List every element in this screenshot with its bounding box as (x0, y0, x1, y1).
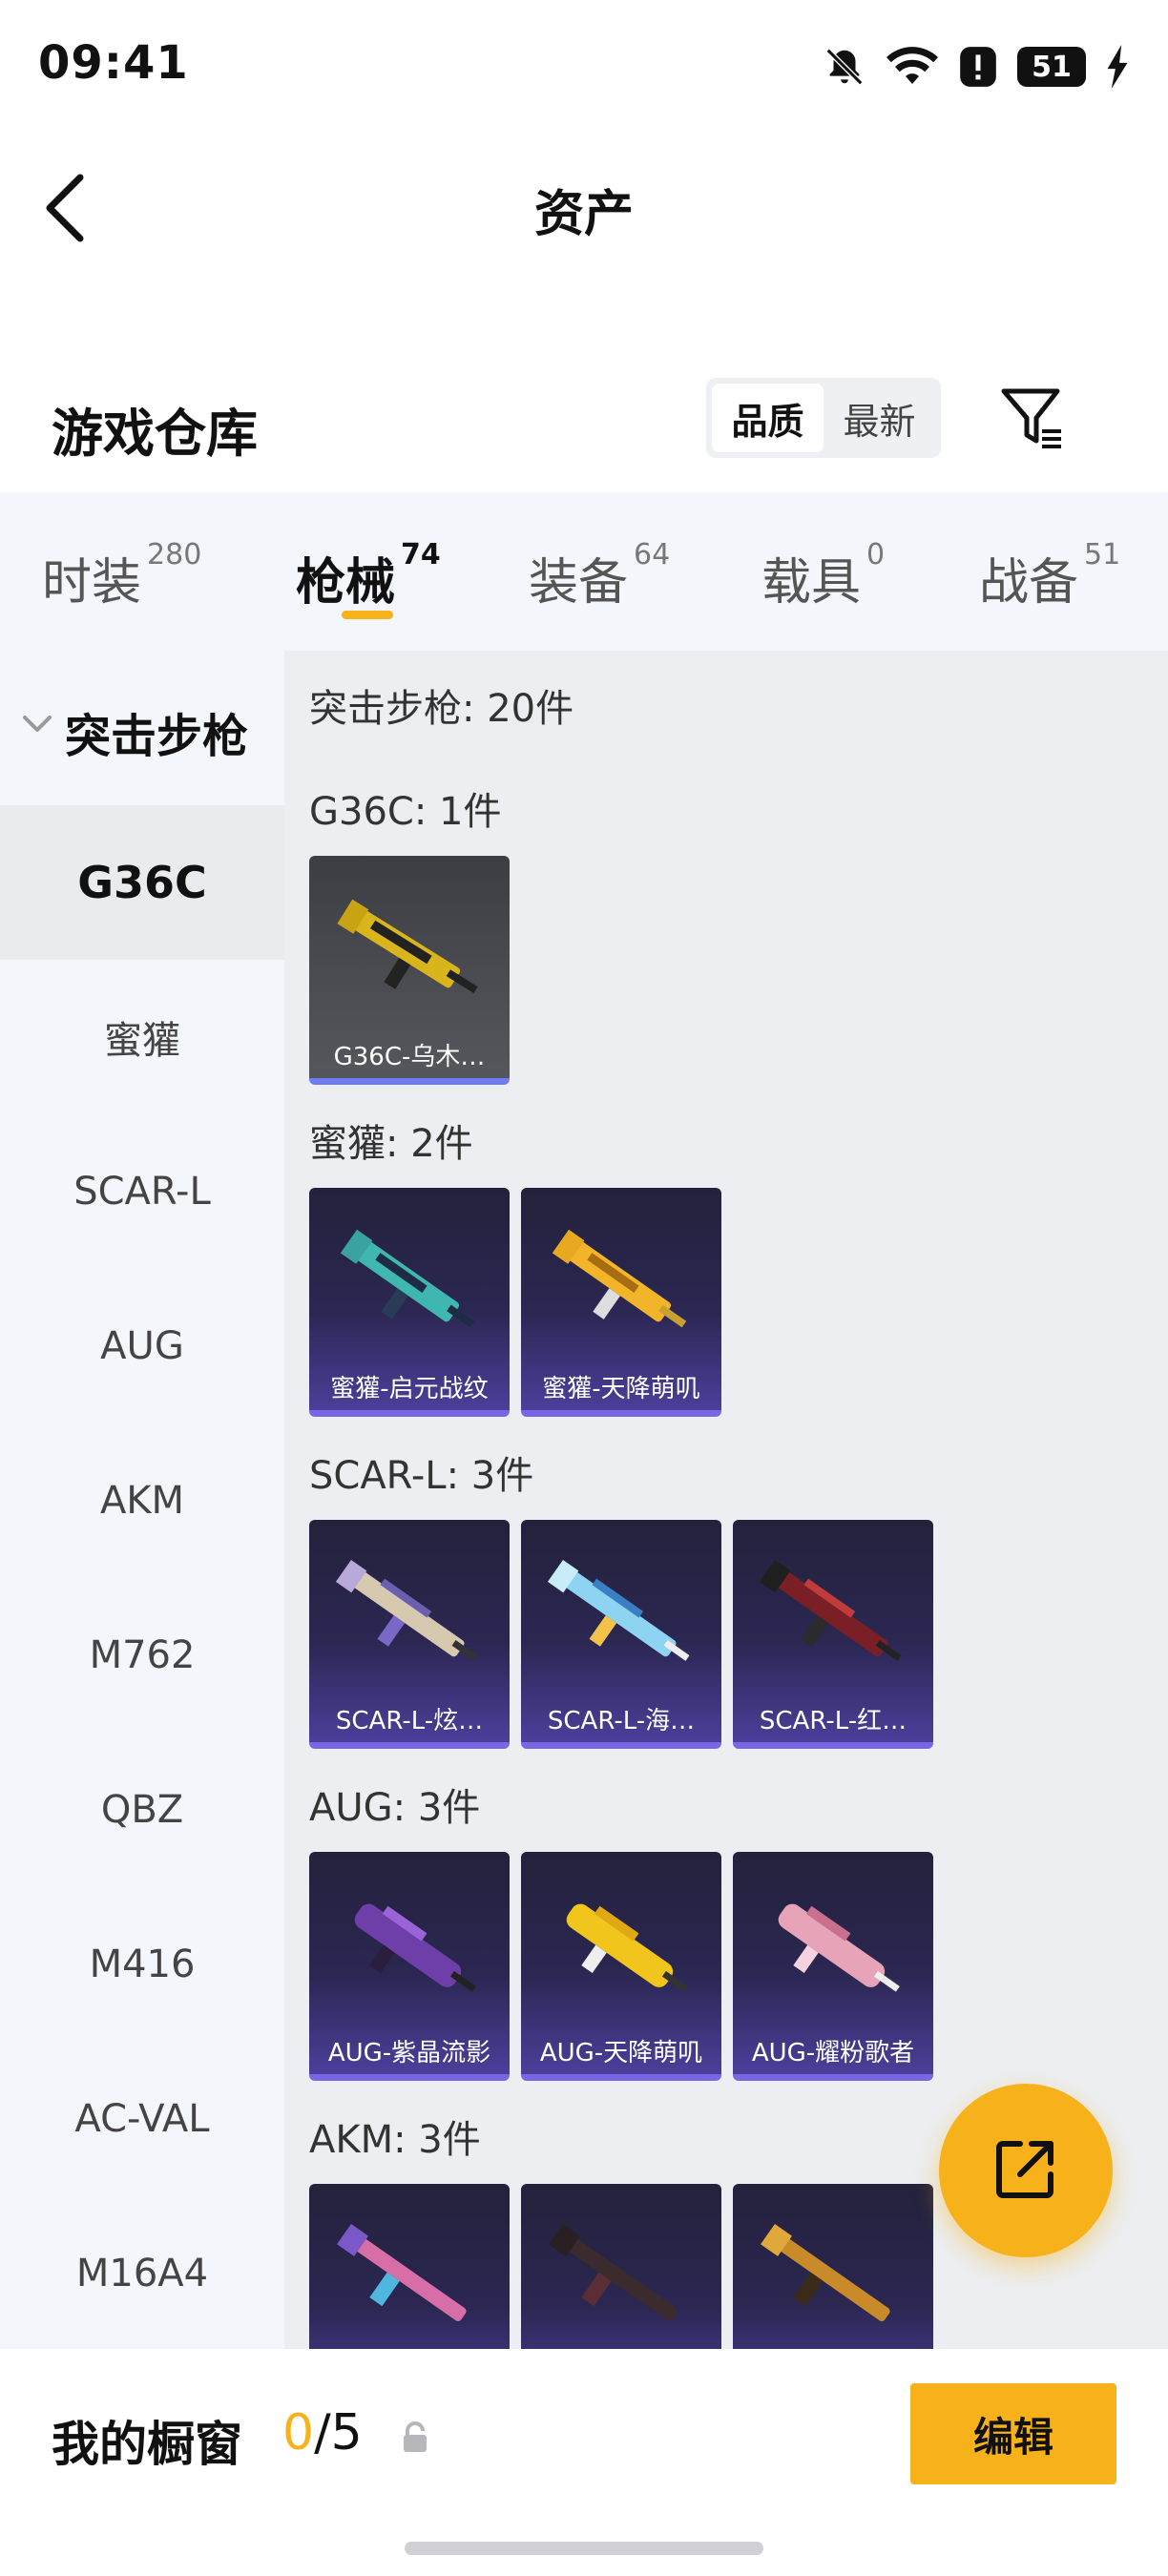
sidebar-item-qbz[interactable]: QBZ (0, 1733, 284, 1887)
chevron-down-icon (21, 714, 53, 738)
active-tab-indicator (342, 611, 393, 619)
skin-card-label: SCAR-L-炫… (335, 1707, 484, 1735)
category-summary: 突击步枪: 20件 (309, 687, 574, 731)
tab-count: 64 (634, 538, 671, 571)
scar-l-skin-image (759, 1559, 902, 1661)
tab-count: 74 (401, 538, 441, 571)
honey-badger-skin-image (552, 1229, 687, 1328)
group-title-aug: AUG: 3件 (309, 1786, 481, 1830)
sidebar-item-m762[interactable]: M762 (0, 1578, 284, 1733)
skin-card-label: G36C-乌木… (333, 1043, 486, 1071)
scar-l-skin-image (547, 1559, 690, 1661)
akm-skin-image (761, 2223, 890, 2321)
alert-icon (958, 45, 998, 89)
share-icon (991, 2134, 1060, 2207)
edit-button[interactable]: 编辑 (910, 2383, 1116, 2484)
akm-skin-image (549, 2223, 678, 2321)
sort-toggle: 品质 最新 (706, 378, 941, 458)
skin-card-label: 蜜獾-天降萌叽 (542, 1375, 700, 1403)
showcase-bar: 我的橱窗 0/5 编辑 (0, 2349, 1168, 2576)
sidebar-item-akm[interactable]: AKM (0, 1423, 284, 1578)
category-tabs: 时装 280 枪械 74 装备 64 载具 0 战备 51 (0, 492, 1168, 651)
status-icons: 51 (823, 42, 1130, 92)
g36c-skin-image (337, 899, 478, 994)
tab-label: 时装 (42, 554, 142, 612)
sidebar-item-honey-badger[interactable]: 蜜獾 (0, 960, 284, 1114)
scar-l-skin-image (335, 1559, 478, 1661)
showcase-current: 0 (282, 2404, 315, 2462)
tab-equipment[interactable]: 装备 64 (529, 538, 670, 613)
showcase-total: /5 (314, 2404, 363, 2462)
skin-card[interactable]: SCAR-L-红… (733, 1520, 933, 1749)
akm-skin-image (337, 2223, 467, 2321)
group-title-honey-badger: 蜜獾: 2件 (309, 1122, 473, 1166)
battery-icon: 51 (1017, 47, 1086, 87)
tab-count: 51 (1084, 538, 1121, 571)
tab-label: 战备 (979, 554, 1079, 612)
skin-card-label: AUG-紫晶流影 (327, 2039, 491, 2067)
skin-card[interactable] (733, 2184, 933, 2349)
sidebar-group-assault-rifle[interactable]: 突击步枪 (0, 651, 284, 805)
sidebar-group-label: 突击步枪 (65, 710, 249, 763)
tab-label: 装备 (529, 554, 629, 612)
skin-card[interactable]: AUG-天降萌叽 (521, 1852, 721, 2081)
warehouse-title: 游戏仓库 (52, 404, 258, 464)
skin-card[interactable]: SCAR-L-炫… (309, 1520, 510, 1749)
group-title-akm: AKM: 3件 (309, 2118, 481, 2162)
skin-card-label: SCAR-L-海… (547, 1707, 696, 1735)
group-title-scar-l: SCAR-L: 3件 (309, 1454, 534, 1498)
skin-card[interactable] (521, 2184, 721, 2349)
skin-card-label: AUG-天降萌叽 (539, 2039, 703, 2067)
app-header: 资产 (0, 153, 1168, 267)
skin-card-label: AUG-耀粉歌者 (751, 2039, 915, 2067)
tab-firearms[interactable]: 枪械 74 (296, 538, 441, 613)
sort-option-latest[interactable]: 最新 (824, 384, 935, 452)
bell-off-icon (823, 45, 866, 89)
lock-icon (401, 2421, 429, 2458)
tab-fashion[interactable]: 时装 280 (42, 538, 201, 613)
weapon-sidebar: 突击步枪 G36C 蜜獾 SCAR-L AUG AKM M762 QBZ M41… (0, 651, 284, 2349)
skin-card-label: 蜜獾-启元战纹 (330, 1375, 489, 1403)
sort-option-quality[interactable]: 品质 (712, 384, 824, 452)
showcase-label: 我的橱窗 (52, 2417, 242, 2472)
skin-card[interactable]: 蜜獾-天降萌叽 (521, 1188, 721, 1417)
charging-icon (1105, 45, 1130, 89)
sidebar-item-m416[interactable]: M416 (0, 1887, 284, 2042)
warehouse-header: 游戏仓库 品质 最新 (0, 363, 1168, 477)
sidebar-item-ac-val[interactable]: AC-VAL (0, 2042, 284, 2196)
skin-card[interactable] (309, 2184, 510, 2349)
sidebar-item-scar-l[interactable]: SCAR-L (0, 1114, 284, 1269)
sidebar-item-aug[interactable]: AUG (0, 1269, 284, 1423)
page-title: 资产 (533, 186, 634, 243)
aug-skin-image (778, 1903, 900, 1992)
filter-button[interactable] (998, 384, 1067, 452)
tab-count: 280 (147, 538, 202, 571)
skin-card-label: SCAR-L-红… (759, 1707, 907, 1735)
home-indicator[interactable] (405, 2542, 763, 2555)
filter-icon (998, 388, 1067, 456)
share-button[interactable] (939, 2084, 1113, 2257)
status-time: 09:41 (38, 36, 189, 90)
honey-badger-skin-image (340, 1229, 475, 1328)
tab-label: 载具 (761, 554, 862, 612)
sidebar-item-m16a4[interactable]: M16A4 (0, 2196, 284, 2351)
skin-card[interactable]: SCAR-L-海… (521, 1520, 721, 1749)
skin-card[interactable]: 蜜獾-启元战纹 (309, 1188, 510, 1417)
group-title-g36c: G36C: 1件 (309, 790, 502, 834)
status-bar: 09:41 51 (0, 0, 1168, 134)
tab-count: 0 (866, 538, 886, 571)
aug-skin-image (566, 1903, 688, 1992)
skin-card[interactable]: G36C-乌木… (309, 856, 510, 1085)
tab-label: 枪械 (296, 554, 396, 612)
skin-card[interactable]: AUG-耀粉歌者 (733, 1852, 933, 2081)
wifi-icon (886, 45, 939, 89)
aug-skin-image (354, 1903, 476, 1992)
showcase-count: 0/5 (282, 2404, 363, 2462)
tab-supplies[interactable]: 战备 51 (979, 538, 1120, 613)
sidebar-item-g36c[interactable]: G36C (0, 805, 284, 960)
tab-vehicles[interactable]: 载具 0 (761, 538, 885, 613)
skin-card[interactable]: AUG-紫晶流影 (309, 1852, 510, 2081)
